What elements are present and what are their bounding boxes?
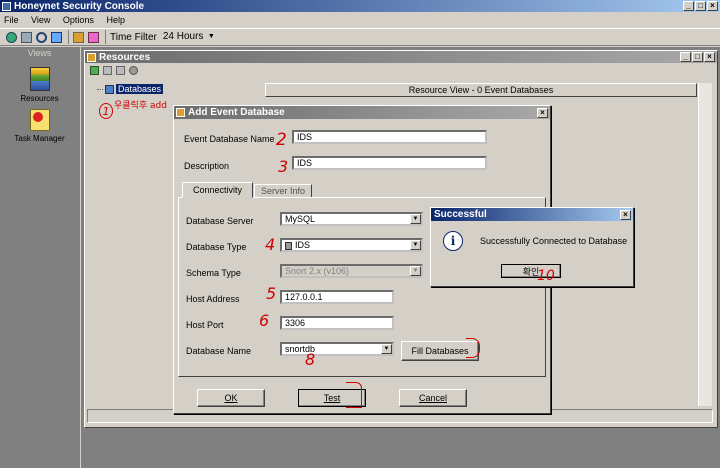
tree-item-label: Databases (116, 84, 164, 94)
host-port-label: Host Port (186, 320, 224, 330)
annotation-1-text: 우클릭후 add (114, 101, 167, 111)
search-icon[interactable] (36, 31, 47, 43)
tab-connectivity[interactable]: Connectivity (182, 182, 253, 198)
resources-icon (87, 52, 96, 62)
chevron-down-icon: ▼ (381, 344, 392, 354)
annotation-mark-9 (346, 382, 362, 408)
resources-title-bar: Resources _ □ × (85, 51, 717, 63)
db-type-icon (285, 241, 292, 250)
remove-icon[interactable] (103, 65, 112, 75)
success-message: Successfully Connected to Database (480, 236, 628, 246)
views-item-label: Task Manager (14, 134, 65, 143)
menu-file[interactable]: File (4, 15, 19, 25)
db-type-label: Database Type (186, 242, 247, 252)
description-input[interactable]: IDS (292, 156, 487, 170)
views-header: Views (0, 47, 79, 59)
edit-icon[interactable] (116, 65, 125, 75)
time-filter-select[interactable]: 24 Hours ▼ (161, 30, 217, 44)
info-icon[interactable] (129, 65, 138, 75)
chevron-down-icon: ▼ (207, 33, 215, 40)
host-address-label: Host Address (186, 294, 240, 304)
database-stack-icon (29, 67, 50, 91)
add-dialog-close-button[interactable]: × (537, 107, 548, 118)
resource-view-header: Resource View - 0 Event Databases (265, 83, 697, 97)
views-item-label: Resources (20, 94, 59, 103)
add-dialog-title: Add Event Database (188, 107, 285, 118)
dialog-icon (176, 108, 185, 117)
resources-minimize-button[interactable]: _ (680, 52, 691, 62)
database-icon[interactable] (73, 31, 84, 43)
db-server-select[interactable]: MySQL ▼ (280, 212, 423, 226)
success-close-button[interactable]: × (620, 209, 631, 220)
menu-options[interactable]: Options (63, 15, 94, 25)
annotation-mark-7 (466, 338, 480, 358)
annotation-8: 8 (305, 350, 316, 369)
maximize-button[interactable]: □ (695, 1, 706, 11)
annotation-10: 10 (537, 268, 555, 284)
minimize-button[interactable]: _ (683, 1, 694, 11)
resources-maximize-button[interactable]: □ (692, 52, 703, 62)
success-dialog: Successful × i Successfully Connected to… (430, 207, 634, 287)
schema-type-label: Schema Type (186, 268, 241, 278)
annotation-1: 1 (99, 103, 113, 119)
chevron-down-icon: ▼ (410, 240, 421, 250)
views-body: Resources Task Manager (0, 59, 79, 468)
db-server-label: Database Server (186, 216, 254, 226)
host-address-input[interactable]: 127.0.0.1 (280, 290, 394, 304)
views-panel: Views Resources Task Manager (0, 47, 80, 468)
alert-icon[interactable] (88, 31, 99, 43)
refresh-icon[interactable] (6, 31, 17, 43)
toolbar: Time Filter 24 Hours ▼ (0, 28, 720, 46)
app-title: Honeynet Security Console (14, 0, 145, 12)
resources-title: Resources (99, 51, 151, 63)
cancel-button[interactable]: Cancel (399, 389, 467, 407)
annotation-2: 2 (276, 130, 287, 150)
db-type-select[interactable]: IDS ▼ (280, 238, 423, 252)
views-item-resources[interactable]: Resources (0, 67, 79, 103)
chevron-down-icon: ▼ (410, 266, 421, 276)
network-icon[interactable] (51, 31, 62, 43)
resources-toolbar (85, 63, 717, 77)
menu-view[interactable]: View (31, 15, 50, 25)
tab-server-info[interactable]: Server Info (254, 184, 312, 198)
task-manager-icon (29, 109, 50, 131)
add-dialog-title-bar: Add Event Database × (174, 106, 550, 119)
description-label: Description (184, 161, 230, 171)
tree-item-databases[interactable]: Databases (97, 84, 164, 94)
event-db-name-input[interactable]: IDS (292, 130, 487, 144)
close-button[interactable]: × (707, 1, 718, 11)
db-name-label: Database Name (186, 346, 252, 356)
vertical-scrollbar[interactable] (698, 83, 712, 406)
annotation-4: 4 (265, 235, 276, 254)
resources-close-button[interactable]: × (704, 52, 715, 62)
annotation-3: 3 (278, 157, 289, 176)
info-icon: i (443, 231, 463, 251)
add-icon[interactable] (90, 65, 99, 75)
menu-bar: File View Options Help (4, 13, 135, 27)
ok-button[interactable]: OK (197, 389, 265, 407)
tree-connector (97, 88, 103, 90)
db-name-select[interactable]: snortdb ▼ (280, 342, 394, 356)
event-db-name-label: Event Database Name (184, 134, 275, 144)
host-port-input[interactable]: 3306 (280, 316, 394, 330)
chevron-down-icon: ▼ (410, 214, 421, 224)
annotation-6: 6 (259, 311, 270, 330)
success-title: Successful (434, 209, 487, 220)
connect-icon[interactable] (21, 31, 32, 43)
success-title-bar: Successful × (431, 208, 633, 221)
menu-help[interactable]: Help (106, 15, 125, 25)
app-icon (2, 1, 11, 11)
schema-type-select: Snort 2.x (v106) ▼ (280, 264, 423, 278)
annotation-5: 5 (266, 284, 277, 303)
time-filter-label: Time Filter (110, 31, 157, 43)
views-item-task-manager[interactable]: Task Manager (0, 109, 79, 143)
app-title-bar: Honeynet Security Console _ □ × (0, 0, 720, 12)
database-icon (105, 84, 114, 94)
